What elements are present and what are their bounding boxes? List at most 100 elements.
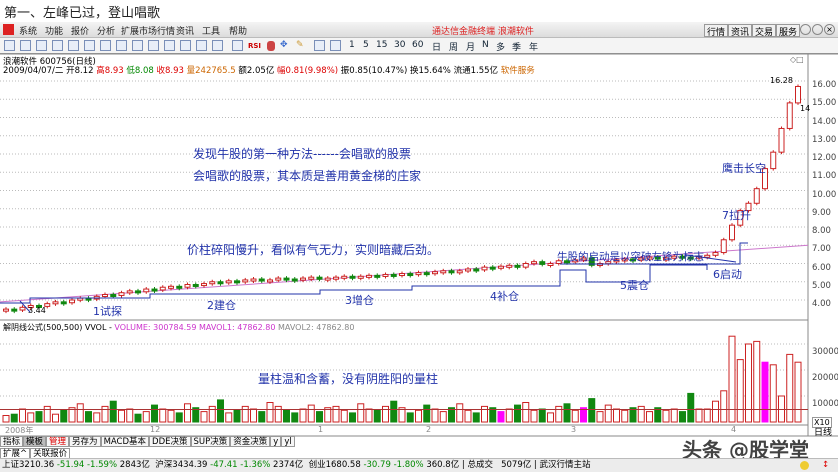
price-axis: 16.00 15.00 14.00 13.00 12.00 11.00 10.00 9.00 8… — [812, 76, 836, 313]
tab-sup[interactable]: SUP决策 — [190, 436, 231, 447]
candle — [440, 270, 447, 274]
volume-bar — [2, 415, 10, 423]
candle — [704, 254, 711, 258]
headline-2: 会唱歌的股票，其本质是善用黄金梯的庄家 — [193, 169, 422, 183]
volume-bar — [126, 408, 134, 423]
candle — [778, 127, 785, 153]
volume-bar — [596, 411, 604, 423]
candle — [506, 264, 513, 268]
candle — [357, 275, 364, 279]
sz-index: 沪深3434.39 -47.41 -1.36% 2374亿 — [155, 460, 304, 470]
volume-bar — [250, 408, 257, 423]
kline-chart[interactable] — [0, 0, 838, 472]
candle — [192, 283, 199, 287]
tab-template[interactable]: 模板 — [23, 436, 47, 447]
price-tick: 14.00 — [812, 116, 837, 127]
candle — [110, 294, 117, 298]
volume-bar — [439, 411, 447, 423]
candle — [209, 281, 216, 285]
volume-bar — [505, 408, 513, 423]
volume-bar — [373, 409, 381, 423]
price-tick: 8.00 — [812, 226, 831, 236]
volume-bar — [637, 405, 645, 423]
volume-bar — [307, 404, 315, 423]
low-price-label: 3.44 — [28, 306, 46, 315]
tab-yl[interactable]: yl — [281, 436, 295, 447]
volume-bar — [233, 409, 241, 423]
volume-bar — [431, 408, 439, 423]
candle — [795, 85, 801, 104]
volume-bar — [514, 404, 521, 423]
tab-y[interactable]: y — [270, 436, 282, 447]
volume-bar — [538, 408, 546, 423]
tab-save-as[interactable]: 另存为 — [69, 436, 101, 447]
volume-bar — [571, 409, 579, 423]
panel-controls-icon[interactable]: ◇□ — [790, 55, 804, 64]
volume-bar — [118, 409, 125, 423]
price-tick: 6.00 — [812, 262, 831, 273]
volume-bar — [316, 411, 323, 423]
candle — [753, 188, 760, 204]
candle — [316, 276, 323, 280]
candle — [102, 294, 108, 298]
indicator-tabs: 指标 模板 管理 另存为 MACD基本 DDE决策 SUP决策 资金决策 y yl — [0, 436, 295, 447]
tab-fund[interactable]: 资金决策 — [230, 436, 271, 447]
candle — [135, 290, 141, 294]
volume-bar — [530, 409, 538, 423]
candle — [283, 277, 290, 281]
volume-tick: 10000 — [812, 399, 838, 409]
volume-bar — [464, 409, 472, 423]
price-tick: 12.00 — [812, 153, 837, 163]
candle — [531, 261, 537, 265]
candle — [341, 275, 348, 279]
price-tick: 9.00 — [812, 207, 831, 218]
candle — [514, 264, 521, 268]
volume-bar — [241, 405, 249, 423]
candle — [291, 278, 298, 282]
candle — [275, 277, 282, 281]
tab-macd[interactable]: MACD基本 — [100, 436, 150, 447]
candle — [225, 280, 232, 284]
volume-bar — [175, 412, 183, 423]
candle — [423, 272, 430, 276]
candle — [407, 273, 414, 277]
volume-value: VOLUME: 300784.59 — [114, 323, 197, 332]
candle — [333, 276, 339, 280]
volume-bar — [670, 408, 678, 423]
candle — [481, 266, 488, 271]
candle — [201, 283, 207, 287]
candle — [168, 285, 174, 289]
volume-bar — [109, 400, 117, 423]
volume-bar — [184, 403, 191, 423]
volume-bar — [349, 412, 356, 423]
volume-bar — [522, 402, 530, 423]
tab-manage[interactable]: 管理 — [46, 436, 70, 447]
volume-bar — [555, 405, 563, 423]
volume-bar — [563, 403, 571, 423]
stage-3-label: 3增仓 — [345, 294, 374, 307]
volume-bar — [786, 353, 794, 423]
volume-bar — [134, 413, 142, 423]
candle — [489, 266, 496, 270]
tab-indicator[interactable]: 指标 — [0, 436, 24, 447]
volume-bar — [695, 408, 703, 423]
total-volume: 总成交 — [467, 460, 493, 470]
cy-index: 创业1680.58 -30.79 -1.80% 360.8亿 — [308, 460, 460, 470]
volume-bar — [35, 411, 43, 423]
volume-bar — [159, 408, 167, 423]
volume-bar — [10, 413, 18, 423]
volume-header: 解阴线公式(500,500) VVOL - VOLUME: 300784.59 … — [3, 322, 354, 333]
candle — [118, 292, 125, 296]
candle — [184, 283, 191, 288]
price-tick: 15.00 — [812, 98, 837, 109]
server-station[interactable]: 武汉行情主站 — [540, 460, 591, 470]
mavol1-value: MAVOL1: 47862.80 — [198, 323, 276, 332]
stage-4-label: 4补仓 — [490, 290, 519, 303]
volume-bar — [662, 409, 670, 423]
volume-bar — [423, 404, 431, 423]
volume-bar — [43, 405, 51, 423]
volume-bar — [745, 343, 752, 423]
tab-dde[interactable]: DDE决策 — [149, 436, 191, 447]
volume-bar — [85, 411, 92, 423]
alert-icon[interactable]: ↕ — [822, 459, 829, 472]
